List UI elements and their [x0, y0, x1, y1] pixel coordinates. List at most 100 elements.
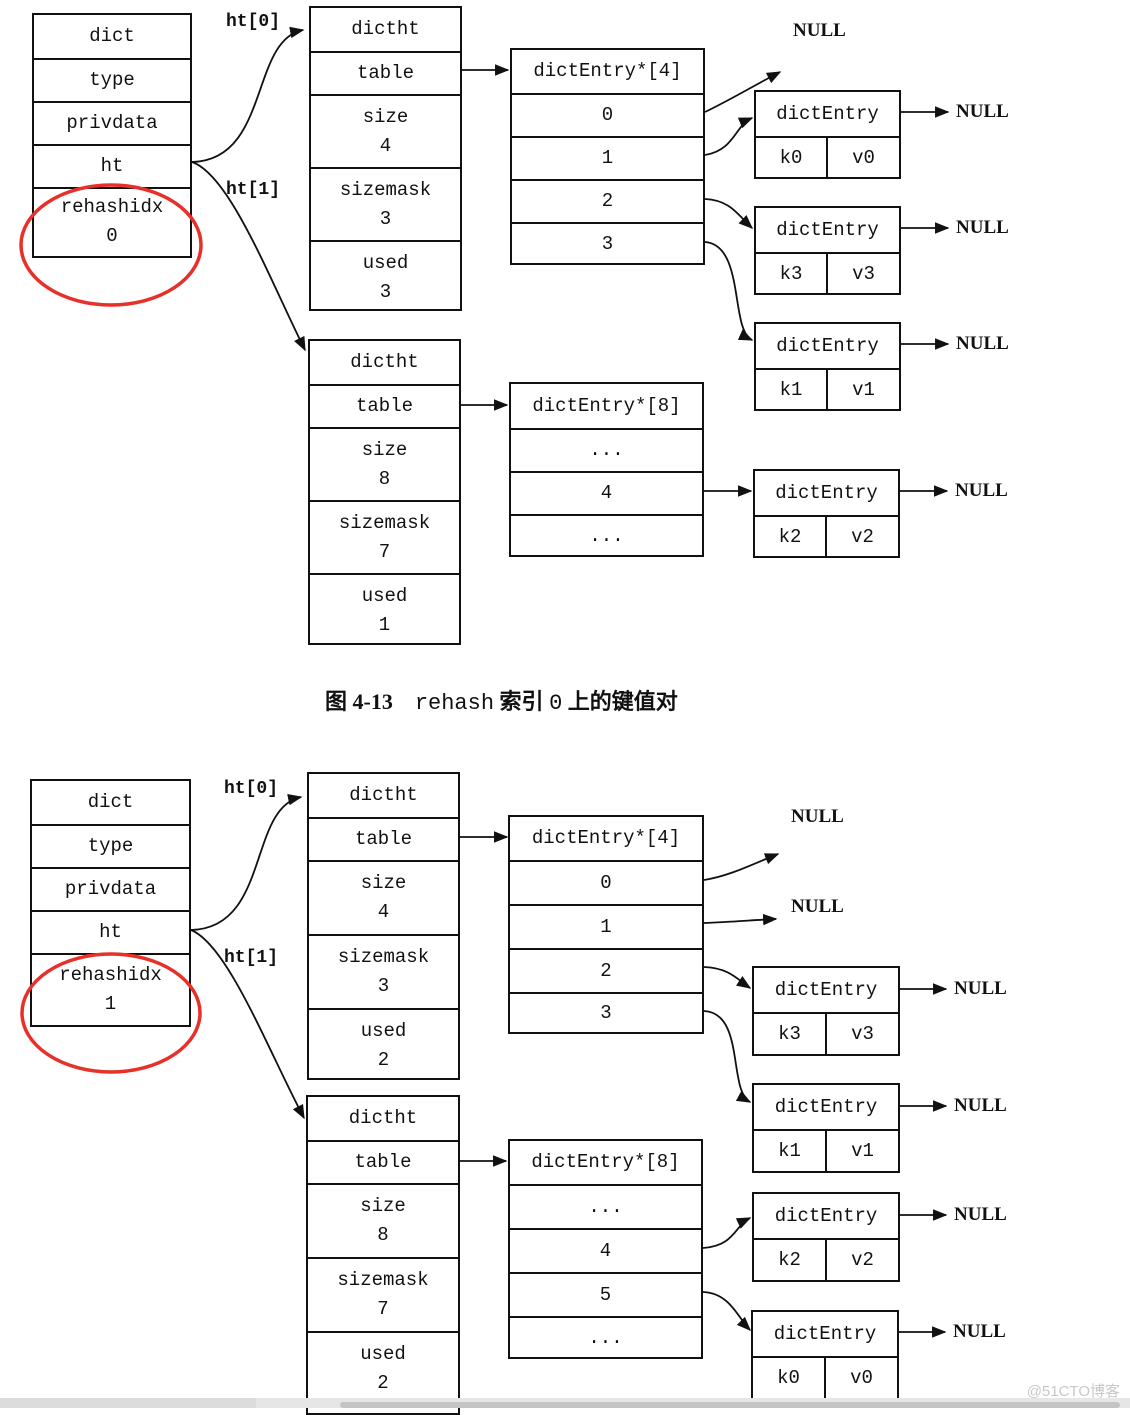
- dictht-sizemask: sizemask 3: [311, 167, 460, 240]
- entry-title: dictEntry: [776, 218, 879, 241]
- dictht-title: dictht: [349, 784, 418, 806]
- dictht-sizemask: sizemask 3: [309, 934, 458, 1008]
- dictht-0-bottom: dictht table size 4 sizemask 3 used 2: [307, 772, 460, 1080]
- entry-value: v1: [851, 1140, 874, 1162]
- ht0-label: ht[0]: [226, 12, 281, 32]
- arrow-slot3-entry: [704, 241, 754, 341]
- entry-key: k2: [754, 1240, 827, 1281]
- dictht-size: size 4: [309, 860, 458, 934]
- null-label: NULL: [791, 806, 844, 827]
- entry-title: dictEntry: [775, 481, 878, 504]
- entry-kv: k0 v0: [753, 1356, 897, 1399]
- entry-title: dictEntry: [776, 334, 879, 357]
- dictht-0-top: dictht table size 4 sizemask 3 used 3: [309, 6, 462, 311]
- entry-value: v1: [852, 378, 875, 401]
- entry-key: k2: [755, 517, 827, 557]
- rehashidx-value: 1: [104, 992, 117, 1015]
- array-slot: 2: [512, 179, 703, 222]
- array-title: dictEntry*[8]: [531, 1151, 680, 1173]
- entry-kv: k1 v1: [754, 1129, 898, 1172]
- array-slot: 0: [512, 93, 703, 136]
- dict-field: type: [34, 58, 190, 101]
- entry-array-8-top: dictEntry*[8] ... 4 ...: [509, 382, 704, 557]
- dictht-title: dictht: [348, 1107, 418, 1129]
- array-slot: ...: [511, 428, 702, 471]
- entry-title: dictEntry: [774, 1204, 878, 1227]
- dictht-title: dictht: [351, 18, 420, 40]
- array-slot: 1: [510, 904, 702, 948]
- array-title: dictEntry*[4]: [531, 827, 681, 849]
- arrow-ht0: [191, 26, 305, 163]
- entry-kv: k1 v1: [756, 368, 899, 410]
- entry-title: dictEntry: [774, 1095, 878, 1118]
- array-slot: 1: [512, 136, 703, 179]
- entry-kv: k2 v2: [754, 1238, 898, 1281]
- entry-title: dictEntry: [773, 1322, 877, 1345]
- arrow-ht0: [190, 794, 303, 931]
- null-label: NULL: [956, 333, 1009, 354]
- dictht-size: size 4: [311, 94, 460, 167]
- diagram-canvas: dict type privdata ht rehashidx 0 ht[0] …: [0, 0, 1130, 1415]
- arrow-slot2-entry: [703, 966, 752, 989]
- dict-entry-top-0: dictEntry k0 v0: [754, 90, 901, 179]
- entry-key: k3: [754, 1014, 827, 1055]
- rehashidx-value: 0: [106, 225, 118, 247]
- ht1-label: ht[1]: [224, 948, 279, 968]
- dictht-used: used 1: [310, 573, 459, 647]
- entry-array-4-top: dictEntry*[4] 0 1 2 3: [510, 48, 705, 265]
- dict-field: privdata: [34, 101, 190, 144]
- null-label: NULL: [793, 20, 846, 41]
- arrow-slot5-entry: [702, 1291, 752, 1332]
- dictht-used: used 2: [309, 1008, 458, 1082]
- dict-field: ht: [34, 144, 190, 187]
- arrow-slot2-entry: [704, 198, 754, 229]
- entry-value: v2: [851, 525, 874, 548]
- array-slot: 4: [510, 1228, 701, 1272]
- entry-value: v0: [852, 146, 875, 169]
- null-label: NULL: [791, 896, 844, 917]
- dict-field: dict: [89, 25, 135, 47]
- entry-kv: k2 v2: [755, 515, 898, 557]
- entry-value: v3: [851, 1023, 874, 1045]
- null-label: NULL: [954, 1204, 1007, 1225]
- entry-value: v3: [852, 262, 875, 285]
- horizontal-scrollbar[interactable]: [340, 1402, 1120, 1408]
- null-label: NULL: [954, 978, 1007, 999]
- null-label: NULL: [956, 101, 1009, 122]
- null-label: NULL: [955, 480, 1008, 501]
- entry-key: k0: [753, 1358, 826, 1399]
- entry-key: k1: [754, 1131, 827, 1172]
- dict-entry-bottom-3: dictEntry k0 v0: [751, 1310, 899, 1400]
- entry-array-4-bottom: dictEntry*[4] 0 1 2 3: [508, 815, 704, 1034]
- dictht-sizemask: sizemask 7: [310, 500, 459, 573]
- entry-kv: k0 v0: [756, 136, 899, 178]
- dictht-table: table: [310, 384, 459, 427]
- dictht-sizemask: sizemask 7: [308, 1257, 458, 1331]
- arrow-slot4-entry: [702, 1217, 752, 1249]
- dict-field: privdata: [32, 867, 189, 910]
- arrow-slot3-entry: [703, 1010, 752, 1103]
- rehashidx-field: rehashidx 0: [34, 187, 190, 255]
- figure-caption: 图 4-13 rehash 索引 0 上的键值对: [325, 689, 678, 716]
- entry-array-8-bottom: dictEntry*[8] ... 4 5 ...: [508, 1139, 703, 1359]
- entry-value: v0: [850, 1367, 873, 1389]
- rehashidx-field: rehashidx 1: [32, 953, 189, 1024]
- dictht-used: used 3: [311, 240, 460, 313]
- array-slot: 3: [512, 222, 703, 265]
- null-label: NULL: [954, 1095, 1007, 1116]
- dictht-size: size 8: [310, 427, 459, 500]
- array-slot: 2: [510, 948, 702, 992]
- dictht-table: table: [308, 1140, 458, 1183]
- array-slot: 0: [510, 860, 702, 904]
- dict-entry-bottom-1: dictEntry k1 v1: [752, 1083, 900, 1173]
- dict-entry-top-1: dictEntry k3 v3: [754, 206, 901, 295]
- entry-kv: k3 v3: [756, 252, 899, 294]
- array-slot: 4: [511, 471, 702, 514]
- entry-key: k1: [756, 370, 828, 410]
- toolbar-left-segment: [0, 1398, 256, 1408]
- entry-title: dictEntry: [776, 102, 879, 125]
- array-slot: ...: [511, 514, 702, 557]
- array-title: dictEntry*[8]: [532, 394, 681, 417]
- null-label: NULL: [953, 1321, 1006, 1342]
- dict-entry-top-3: dictEntry k2 v2: [753, 469, 900, 558]
